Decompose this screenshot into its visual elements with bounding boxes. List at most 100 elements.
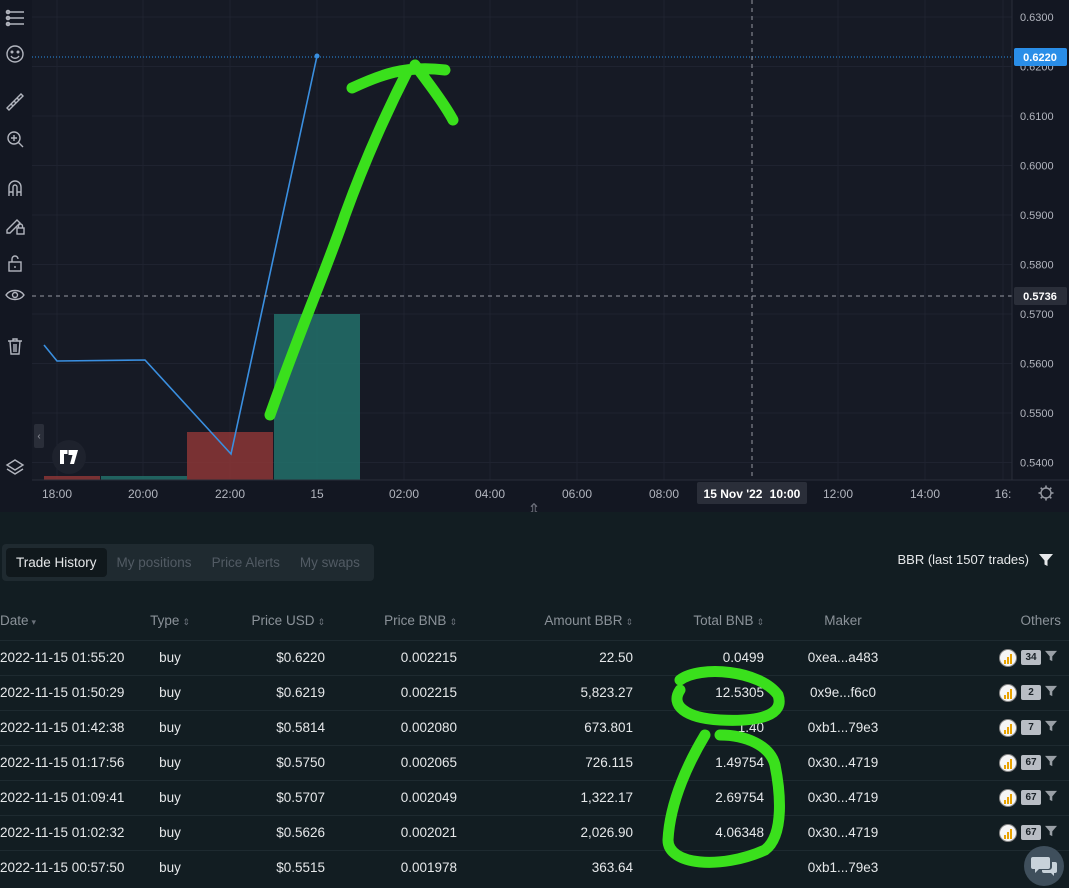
ruler-tool-button[interactable] [3,90,27,114]
maker-address-link[interactable]: 0x30...4719 [764,814,922,850]
time-tick-label: 06:00 [562,487,592,501]
row-filter-button[interactable] [1045,790,1057,805]
column-header-price-usd[interactable]: Price USD ⇕ [210,602,325,640]
filter-icon [1045,755,1057,767]
trash-tool-button[interactable] [3,334,27,358]
collapse-toolbar-button[interactable]: ‹ [34,424,44,448]
lock-pencil-tool-button[interactable] [3,213,27,237]
trade-amount: 726.115 [457,744,633,780]
unlock-tool-button[interactable] [3,251,27,275]
trade-count-badge[interactable]: 2 [1021,685,1041,700]
maker-address-link[interactable]: 0x30...4719 [764,779,922,815]
trade-price-bnb: 0.002215 [325,674,457,710]
maker-address-link[interactable]: 0xea...a483 [764,639,922,675]
row-filter-button[interactable] [1045,685,1057,700]
chat-support-button[interactable] [1024,846,1064,886]
column-header-price-bnb[interactable]: Price BNB ⇕ [325,602,457,640]
pair-filter-button[interactable]: BBR (last 1507 trades) [897,552,1053,567]
pair-filter-label: BBR (last 1507 trades) [897,552,1029,567]
token-logo-icon[interactable] [999,753,1017,772]
trade-total [633,849,764,885]
trade-price-bnb: 0.002215 [325,639,457,675]
unlock-icon [8,255,22,272]
trade-amount: 673.801 [457,709,633,745]
row-filter-button[interactable] [1045,755,1057,770]
trade-total: 12.5305 [633,674,764,710]
time-tick-label: 02:00 [389,487,419,501]
time-tick-label: 08:00 [649,487,679,501]
token-logo-icon[interactable] [999,718,1017,737]
maker-address-link[interactable]: 0x9e...f6c0 [764,674,922,710]
trade-price-bnb: 0.001978 [325,849,457,885]
volume-bar [101,476,187,480]
row-filter-button[interactable] [1045,825,1057,840]
sort-icon: ⇕ [756,617,764,628]
column-header-type[interactable]: Type ⇕ [130,602,210,640]
crosshair-time-value: 10:00 [770,487,801,501]
volume-bars [44,314,360,480]
chart-canvas[interactable]: 0.63000.62000.61000.60000.59000.58000.57… [0,0,1069,507]
zoom-in-tool-button[interactable] [3,127,27,151]
tab-my-swaps[interactable]: My swaps [290,548,370,577]
price-tick-label: 0.6300 [1020,12,1054,24]
layers-tool-button[interactable] [3,456,27,480]
tradingview-logo-icon[interactable] [52,440,86,474]
layers-icon [5,459,25,475]
table-row[interactable]: 2022-11-15 00:57:50 buy $0.5515 0.001978 363… [0,849,1069,885]
filter-icon [1045,685,1057,697]
trade-price-usd: $0.6219 [210,674,325,710]
table-row[interactable]: 2022-11-15 01:09:41 buy $0.5707 0.002049 1,3… [0,779,1069,815]
table-row[interactable]: 2022-11-15 01:50:29 buy $0.6219 0.002215 5,8… [0,674,1069,710]
maker-address-link[interactable]: 0x30...4719 [764,744,922,780]
trade-count-badge[interactable]: 34 [1021,650,1041,665]
crosshair-price-label: 0.5736 [1023,291,1057,303]
token-logo-icon[interactable] [999,683,1017,702]
token-logo-icon[interactable] [999,788,1017,807]
column-header-total[interactable]: Total BNB ⇕ [633,602,764,640]
maker-address-link[interactable]: 0xb1...79e3 [764,849,922,885]
tab-price-alerts[interactable]: Price Alerts [202,548,290,577]
trade-type: buy [130,849,210,885]
trade-count-badge[interactable]: 67 [1021,790,1041,805]
price-tick-label: 0.5700 [1020,309,1054,321]
eye-tool-button[interactable] [3,283,27,307]
trade-type: buy [130,639,210,675]
smiley-icon [6,45,24,63]
table-row[interactable]: 2022-11-15 01:42:38 buy $0.5814 0.002080 673… [0,709,1069,745]
price-chart[interactable]: 0.6300 0.6200 0.6100 0.6000 0.5900 0.5800 0.57… [0,0,1069,507]
column-header-date[interactable]: Date ▾ [0,602,130,640]
chart-overlays [32,0,1012,480]
token-logo-icon[interactable] [999,823,1017,842]
smiley-tool-button[interactable] [3,42,27,66]
row-filter-button[interactable] [1045,720,1057,735]
trade-count-badge[interactable]: 7 [1021,720,1041,735]
others-cell: 7 [922,709,1069,745]
trade-date: 2022-11-15 01:09:41 [0,779,130,815]
row-filter-button[interactable] [1045,650,1057,665]
token-logo-icon[interactable] [999,648,1017,667]
trade-count-badge[interactable]: 67 [1021,825,1041,840]
maker-address-link[interactable]: 0xb1...79e3 [764,709,922,745]
others-cell: 34 [922,639,1069,675]
indicators-icon [5,9,24,27]
trade-date: 2022-11-15 01:17:56 [0,744,130,780]
trade-count-badge[interactable]: 67 [1021,755,1041,770]
trade-price-bnb: 0.002049 [325,779,457,815]
trade-history-table: Date ▾ Type ⇕ Price USD ⇕ Price BNB ⇕ Amount… [0,602,1069,885]
price-tick-label: 0.6000 [1020,161,1054,173]
tab-my-positions[interactable]: My positions [107,548,202,577]
table-row[interactable]: 2022-11-15 01:17:56 buy $0.5750 0.002065 726… [0,744,1069,780]
magnet-tool-button[interactable] [3,176,27,200]
filter-icon [1045,650,1057,662]
filter-icon [1045,790,1057,802]
table-row[interactable]: 2022-11-15 01:55:20 buy $0.6220 0.002215 22.… [0,639,1069,675]
column-header-amount[interactable]: Amount BBR ⇕ [457,602,633,640]
column-header-maker: Maker [824,613,862,629]
others-cell: 67 [922,744,1069,780]
indicators-tool-button[interactable] [3,6,27,30]
table-row[interactable]: 2022-11-15 01:02:32 buy $0.5626 0.002021 2,0… [0,814,1069,850]
tab-trade-history[interactable]: Trade History [6,548,107,577]
time-tick-label: 15 [310,487,324,501]
volume-bar [274,314,360,480]
sort-icon: ⇕ [625,617,633,628]
